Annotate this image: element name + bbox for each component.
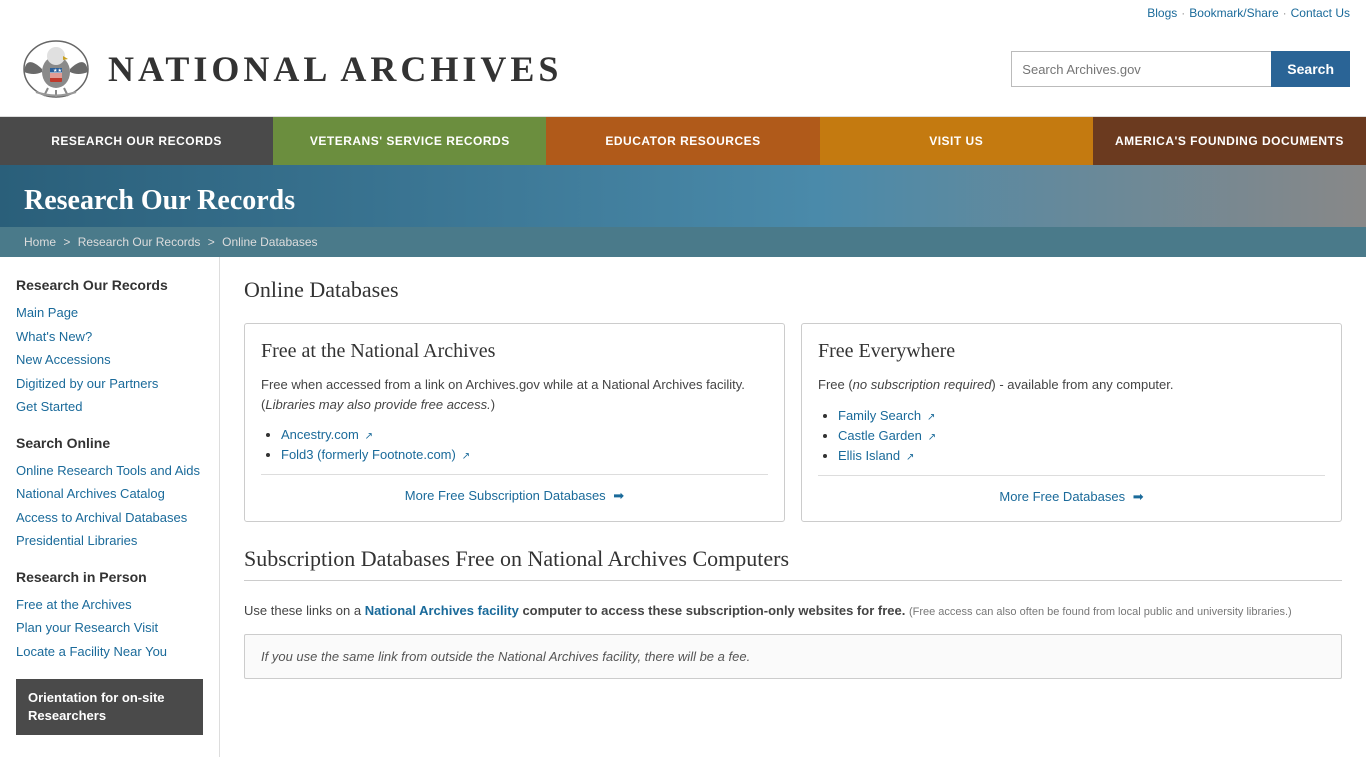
- cards-row: Free at the National Archives Free when …: [244, 323, 1342, 522]
- site-title: NATIONAL ARCHIVES: [108, 48, 562, 90]
- page-header-banner: Research Our Records: [0, 165, 1366, 227]
- card2-links: Family Search ↗ Castle Garden ↗ Ellis Is…: [818, 407, 1325, 463]
- familysearch-link[interactable]: Family Search: [838, 408, 921, 423]
- ext-icon-ancestry: ↗: [365, 431, 373, 442]
- search-area: Search: [1011, 51, 1350, 87]
- breadcrumb-sep2: >: [208, 235, 218, 249]
- sidebar-whats-new[interactable]: What's New?: [16, 325, 203, 349]
- bookmark-link[interactable]: Bookmark/Share: [1189, 6, 1278, 20]
- breadcrumb-current: Online Databases: [222, 235, 317, 249]
- ancestry-link[interactable]: Ancestry.com: [281, 427, 359, 442]
- card2-desc: Free (no subscription required) - availa…: [818, 375, 1325, 395]
- sidebar-online-tools[interactable]: Online Research Tools and Aids: [16, 459, 203, 483]
- main-content: Online Databases Free at the National Ar…: [220, 257, 1366, 757]
- subscription-desc: Use these links on a National Archives f…: [244, 601, 1342, 621]
- search-input[interactable]: [1011, 51, 1271, 87]
- more-free-subscription-link[interactable]: More Free Subscription Databases ➡: [405, 488, 624, 503]
- search-button[interactable]: Search: [1271, 51, 1350, 87]
- sidebar: Research Our Records Main Page What's Ne…: [0, 257, 220, 757]
- breadcrumb-section[interactable]: Research Our Records: [78, 235, 201, 249]
- logo-area: ★★ NATIONAL ARCHIVES: [16, 34, 562, 104]
- sep2: ·: [1283, 6, 1287, 20]
- breadcrumb-home[interactable]: Home: [24, 235, 56, 249]
- more-free-databases-link[interactable]: More Free Databases ➡: [999, 489, 1143, 504]
- svg-text:★★: ★★: [53, 68, 62, 74]
- sidebar-locate-facility[interactable]: Locate a Facility Near You: [16, 640, 203, 664]
- eagle-logo: ★★: [16, 34, 96, 104]
- ellis-island-link[interactable]: Ellis Island: [838, 448, 900, 463]
- top-bar: Blogs · Bookmark/Share · Contact Us: [0, 0, 1366, 26]
- subscription-small-note: (Free access can also often be found fro…: [909, 606, 1292, 618]
- nav-veterans[interactable]: VETERANS' SERVICE RECORDS: [273, 117, 546, 165]
- card1-title: Free at the National Archives: [261, 340, 768, 363]
- warning-box: If you use the same link from outside th…: [244, 634, 1342, 679]
- site-header: ★★ NATIONAL ARCHIVES Search: [0, 26, 1366, 117]
- main-layout: Research Our Records Main Page What's Ne…: [0, 257, 1366, 757]
- sidebar-section3-title: Research in Person: [16, 569, 203, 585]
- ext-icon-castle: ↗: [928, 432, 936, 443]
- sidebar-section1-title: Research Our Records: [16, 277, 203, 293]
- main-nav: RESEARCH OUR RECORDS VETERANS' SERVICE R…: [0, 117, 1366, 165]
- page-header-title: Research Our Records: [24, 185, 1342, 217]
- arrow-icon1: ➡: [613, 488, 624, 503]
- sep1: ·: [1181, 6, 1185, 20]
- facility-link[interactable]: National Archives facility: [365, 603, 519, 618]
- card2-title: Free Everywhere: [818, 340, 1325, 363]
- orientation-box[interactable]: Orientation for on-site Researchers: [16, 679, 203, 735]
- nav-founding[interactable]: AMERICA'S FOUNDING DOCUMENTS: [1093, 117, 1366, 165]
- sidebar-plan-visit[interactable]: Plan your Research Visit: [16, 616, 203, 640]
- sidebar-catalog[interactable]: National Archives Catalog: [16, 482, 203, 506]
- card-free-national-archives: Free at the National Archives Free when …: [244, 323, 785, 522]
- nav-educator[interactable]: EDUCATOR RESOURCES: [546, 117, 819, 165]
- sidebar-archival-databases[interactable]: Access to Archival Databases: [16, 506, 203, 530]
- card2-footer: More Free Databases ➡: [818, 475, 1325, 505]
- sidebar-digitized-partners[interactable]: Digitized by our Partners: [16, 372, 203, 396]
- breadcrumb: Home > Research Our Records > Online Dat…: [0, 227, 1366, 257]
- ext-icon-ellis: ↗: [906, 452, 914, 463]
- breadcrumb-sep1: >: [63, 235, 73, 249]
- sidebar-new-accessions[interactable]: New Accessions: [16, 348, 203, 372]
- ext-icon-fold3: ↗: [462, 451, 470, 462]
- card1-links: Ancestry.com ↗ Fold3 (formerly Footnote.…: [261, 426, 768, 462]
- sidebar-free-archives[interactable]: Free at the Archives: [16, 593, 203, 617]
- ext-icon-familysearch: ↗: [927, 412, 935, 423]
- contact-link[interactable]: Contact Us: [1291, 6, 1350, 20]
- sidebar-presidential-libraries[interactable]: Presidential Libraries: [16, 529, 203, 553]
- sidebar-section2-title: Search Online: [16, 435, 203, 451]
- sidebar-get-started[interactable]: Get Started: [16, 395, 203, 419]
- nav-visit[interactable]: VISIT US: [820, 117, 1093, 165]
- content-title: Online Databases: [244, 277, 1342, 303]
- subscription-title: Subscription Databases Free on National …: [244, 546, 1342, 581]
- fold3-link[interactable]: Fold3 (formerly Footnote.com): [281, 447, 456, 462]
- sidebar-main-page[interactable]: Main Page: [16, 301, 203, 325]
- nav-research[interactable]: RESEARCH OUR RECORDS: [0, 117, 273, 165]
- arrow-icon2: ➡: [1133, 489, 1144, 504]
- card1-footer: More Free Subscription Databases ➡: [261, 474, 768, 504]
- card1-desc: Free when accessed from a link on Archiv…: [261, 375, 768, 414]
- blogs-link[interactable]: Blogs: [1147, 6, 1177, 20]
- card-free-everywhere: Free Everywhere Free (no subscription re…: [801, 323, 1342, 522]
- castle-garden-link[interactable]: Castle Garden: [838, 428, 922, 443]
